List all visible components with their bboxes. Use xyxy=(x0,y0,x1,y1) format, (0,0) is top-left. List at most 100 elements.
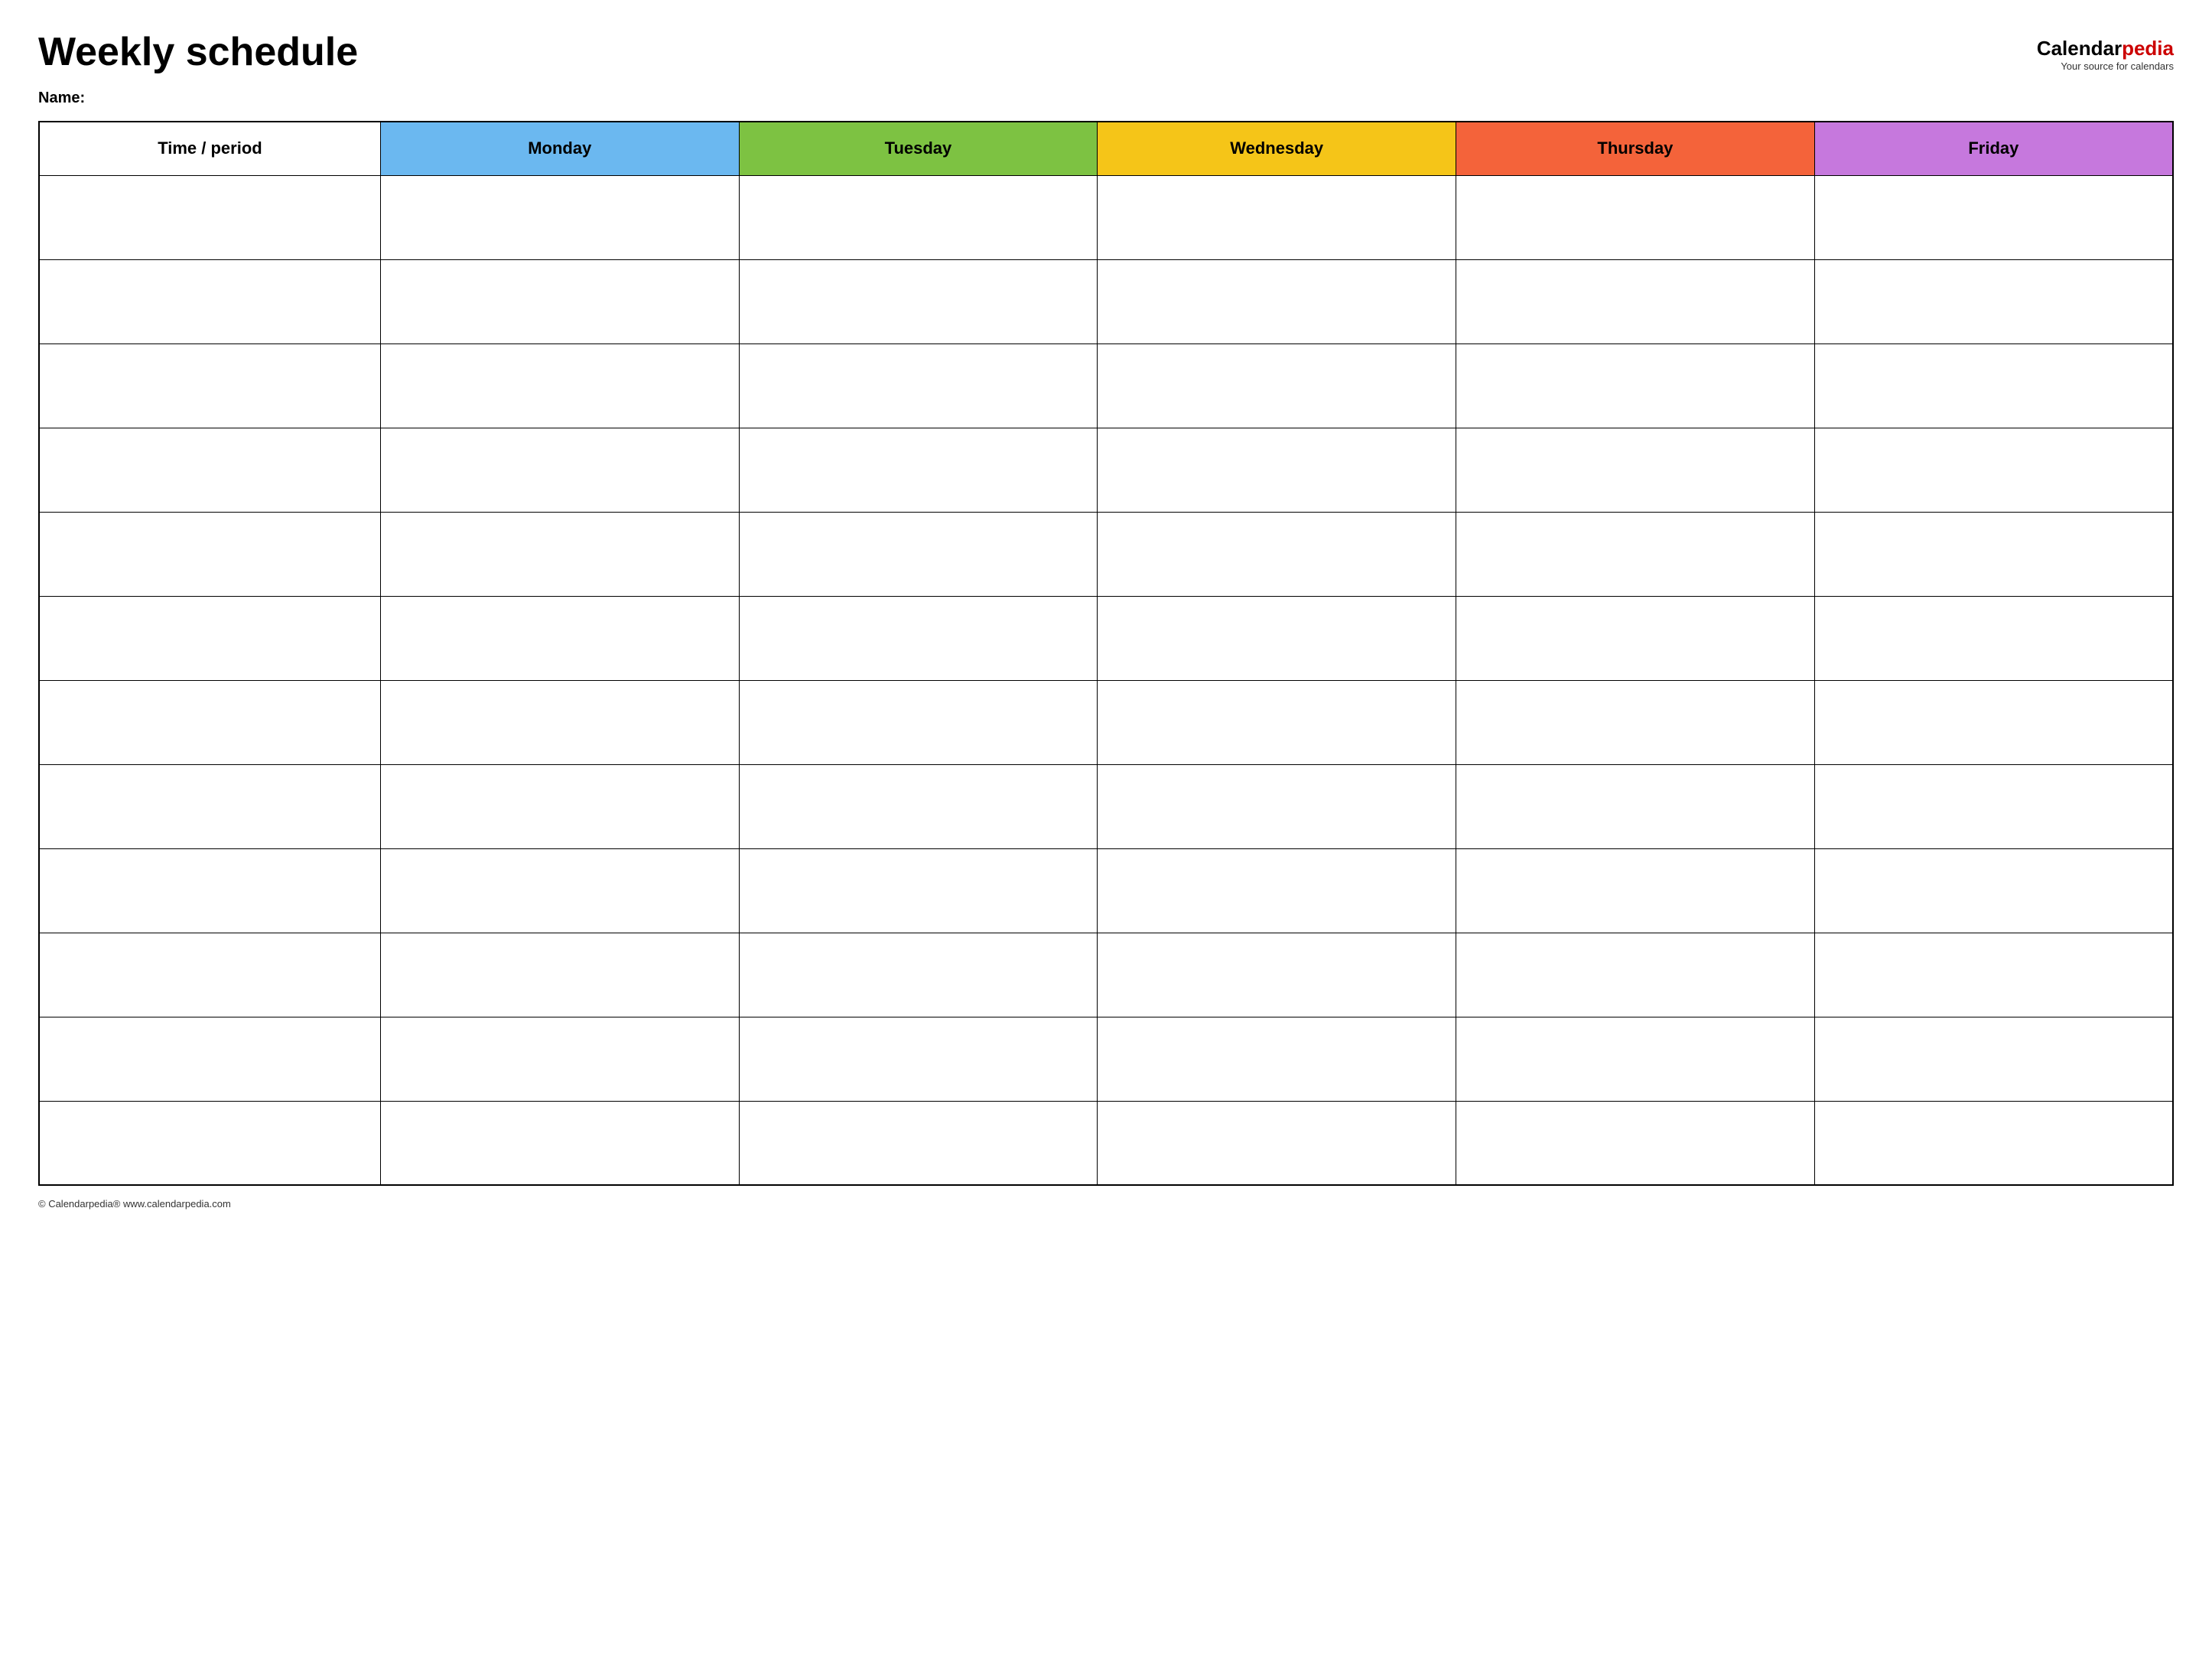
cell-row7-col0[interactable] xyxy=(39,764,380,848)
table-row xyxy=(39,1101,2173,1185)
cell-row7-col2[interactable] xyxy=(739,764,1098,848)
cell-row2-col1[interactable] xyxy=(380,343,739,428)
footer: © Calendarpedia® www.calendarpedia.com xyxy=(38,1198,2174,1210)
cell-row9-col5[interactable] xyxy=(1814,933,2173,1017)
table-row xyxy=(39,764,2173,848)
cell-row2-col2[interactable] xyxy=(739,343,1098,428)
cell-row2-col4[interactable] xyxy=(1456,343,1815,428)
cell-row0-col1[interactable] xyxy=(380,175,739,259)
logo: Calendarpedia Your source for calendars xyxy=(2037,37,2174,72)
cell-row10-col4[interactable] xyxy=(1456,1017,1815,1101)
cell-row1-col0[interactable] xyxy=(39,259,380,343)
cell-row6-col4[interactable] xyxy=(1456,680,1815,764)
table-row xyxy=(39,343,2173,428)
cell-row5-col3[interactable] xyxy=(1098,596,1456,680)
table-row xyxy=(39,933,2173,1017)
cell-row8-col0[interactable] xyxy=(39,848,380,933)
cell-row10-col2[interactable] xyxy=(739,1017,1098,1101)
cell-row7-col5[interactable] xyxy=(1814,764,2173,848)
copyright-text: © Calendarpedia® www.calendarpedia.com xyxy=(38,1198,231,1210)
cell-row10-col5[interactable] xyxy=(1814,1017,2173,1101)
col-header-time: Time / period xyxy=(39,122,380,175)
cell-row2-col5[interactable] xyxy=(1814,343,2173,428)
cell-row6-col1[interactable] xyxy=(380,680,739,764)
col-header-monday: Monday xyxy=(380,122,739,175)
table-row xyxy=(39,428,2173,512)
cell-row4-col2[interactable] xyxy=(739,512,1098,596)
page-title: Weekly schedule xyxy=(38,31,358,74)
cell-row5-col4[interactable] xyxy=(1456,596,1815,680)
cell-row3-col0[interactable] xyxy=(39,428,380,512)
cell-row9-col0[interactable] xyxy=(39,933,380,1017)
cell-row1-col4[interactable] xyxy=(1456,259,1815,343)
cell-row0-col2[interactable] xyxy=(739,175,1098,259)
cell-row3-col3[interactable] xyxy=(1098,428,1456,512)
table-row xyxy=(39,680,2173,764)
cell-row2-col0[interactable] xyxy=(39,343,380,428)
cell-row10-col1[interactable] xyxy=(380,1017,739,1101)
cell-row8-col3[interactable] xyxy=(1098,848,1456,933)
col-header-tuesday: Tuesday xyxy=(739,122,1098,175)
logo-text: Calendarpedia xyxy=(2037,37,2174,60)
cell-row6-col0[interactable] xyxy=(39,680,380,764)
cell-row10-col0[interactable] xyxy=(39,1017,380,1101)
schedule-table: Time / period Monday Tuesday Wednesday T… xyxy=(38,121,2174,1186)
table-row xyxy=(39,596,2173,680)
cell-row3-col5[interactable] xyxy=(1814,428,2173,512)
table-row xyxy=(39,1017,2173,1101)
cell-row8-col5[interactable] xyxy=(1814,848,2173,933)
cell-row3-col1[interactable] xyxy=(380,428,739,512)
cell-row11-col4[interactable] xyxy=(1456,1101,1815,1185)
cell-row3-col4[interactable] xyxy=(1456,428,1815,512)
cell-row5-col5[interactable] xyxy=(1814,596,2173,680)
cell-row8-col2[interactable] xyxy=(739,848,1098,933)
cell-row5-col0[interactable] xyxy=(39,596,380,680)
name-label: Name: xyxy=(38,90,2174,107)
logo-calendar: Calendar xyxy=(2037,37,2122,60)
cell-row8-col4[interactable] xyxy=(1456,848,1815,933)
cell-row6-col3[interactable] xyxy=(1098,680,1456,764)
cell-row4-col5[interactable] xyxy=(1814,512,2173,596)
cell-row11-col1[interactable] xyxy=(380,1101,739,1185)
logo-subtitle: Your source for calendars xyxy=(2037,60,2174,72)
cell-row11-col5[interactable] xyxy=(1814,1101,2173,1185)
table-row xyxy=(39,259,2173,343)
cell-row8-col1[interactable] xyxy=(380,848,739,933)
cell-row0-col5[interactable] xyxy=(1814,175,2173,259)
cell-row1-col3[interactable] xyxy=(1098,259,1456,343)
logo-pedia: pedia xyxy=(2122,37,2174,60)
cell-row2-col3[interactable] xyxy=(1098,343,1456,428)
table-header-row: Time / period Monday Tuesday Wednesday T… xyxy=(39,122,2173,175)
cell-row0-col4[interactable] xyxy=(1456,175,1815,259)
col-header-thursday: Thursday xyxy=(1456,122,1815,175)
cell-row11-col3[interactable] xyxy=(1098,1101,1456,1185)
col-header-wednesday: Wednesday xyxy=(1098,122,1456,175)
page-header: Weekly schedule Calendarpedia Your sourc… xyxy=(38,31,2174,74)
schedule-body xyxy=(39,175,2173,1185)
cell-row4-col3[interactable] xyxy=(1098,512,1456,596)
cell-row4-col4[interactable] xyxy=(1456,512,1815,596)
table-row xyxy=(39,175,2173,259)
cell-row6-col5[interactable] xyxy=(1814,680,2173,764)
cell-row7-col1[interactable] xyxy=(380,764,739,848)
cell-row9-col3[interactable] xyxy=(1098,933,1456,1017)
cell-row10-col3[interactable] xyxy=(1098,1017,1456,1101)
cell-row5-col1[interactable] xyxy=(380,596,739,680)
cell-row1-col2[interactable] xyxy=(739,259,1098,343)
cell-row0-col3[interactable] xyxy=(1098,175,1456,259)
cell-row6-col2[interactable] xyxy=(739,680,1098,764)
cell-row3-col2[interactable] xyxy=(739,428,1098,512)
cell-row7-col4[interactable] xyxy=(1456,764,1815,848)
cell-row9-col4[interactable] xyxy=(1456,933,1815,1017)
cell-row4-col1[interactable] xyxy=(380,512,739,596)
cell-row4-col0[interactable] xyxy=(39,512,380,596)
cell-row5-col2[interactable] xyxy=(739,596,1098,680)
cell-row9-col2[interactable] xyxy=(739,933,1098,1017)
cell-row1-col5[interactable] xyxy=(1814,259,2173,343)
cell-row11-col0[interactable] xyxy=(39,1101,380,1185)
cell-row11-col2[interactable] xyxy=(739,1101,1098,1185)
cell-row0-col0[interactable] xyxy=(39,175,380,259)
cell-row1-col1[interactable] xyxy=(380,259,739,343)
cell-row9-col1[interactable] xyxy=(380,933,739,1017)
cell-row7-col3[interactable] xyxy=(1098,764,1456,848)
